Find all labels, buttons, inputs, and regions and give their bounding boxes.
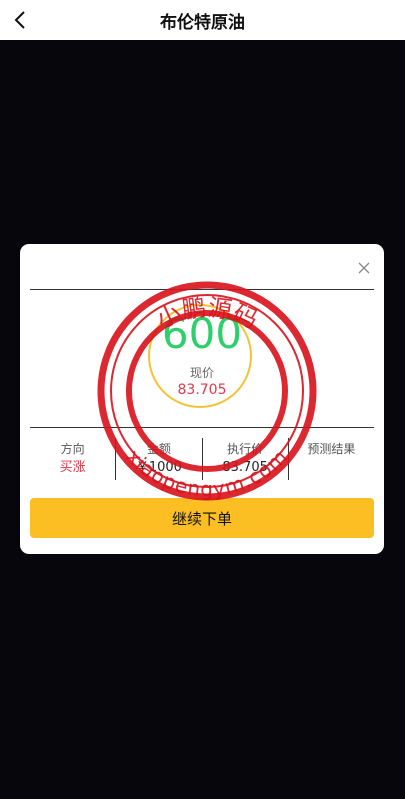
chevron-left-icon bbox=[14, 11, 25, 29]
prediction-result-column: 预测结果 bbox=[287, 438, 374, 480]
order-info-row: 方向 买涨 金额 ￥1000 执行价 83.705 预测结果 bbox=[30, 438, 374, 480]
prediction-result-label: 预测结果 bbox=[307, 442, 356, 456]
amount-label: 金额 bbox=[146, 442, 171, 456]
direction-column: 方向 买涨 bbox=[30, 438, 115, 480]
continue-order-button[interactable]: 继续下单 bbox=[30, 498, 374, 538]
direction-value: 买涨 bbox=[59, 460, 86, 475]
direction-label: 方向 bbox=[60, 442, 85, 456]
current-price-value: 83.705 bbox=[177, 382, 227, 398]
order-result-dialog: 600 现价 83.705 方向 买涨 金额 ￥1000 执行价 83.705 … bbox=[20, 244, 384, 554]
amount-value: ￥1000 bbox=[135, 460, 182, 475]
divider bbox=[30, 289, 374, 290]
amount-column: 金额 ￥1000 bbox=[115, 438, 201, 480]
page-title: 布伦特原油 bbox=[160, 12, 245, 33]
strike-price-label: 执行价 bbox=[227, 442, 264, 456]
current-price-label: 现价 bbox=[189, 366, 214, 380]
close-button[interactable] bbox=[356, 260, 372, 276]
close-icon bbox=[358, 262, 370, 274]
strike-price-value: 83.705 bbox=[222, 460, 268, 475]
back-button[interactable] bbox=[6, 6, 34, 34]
countdown-timer: 600 bbox=[161, 309, 243, 358]
divider bbox=[30, 427, 374, 428]
strike-price-column: 执行价 83.705 bbox=[201, 438, 288, 480]
top-bar: 布伦特原油 bbox=[0, 0, 405, 40]
